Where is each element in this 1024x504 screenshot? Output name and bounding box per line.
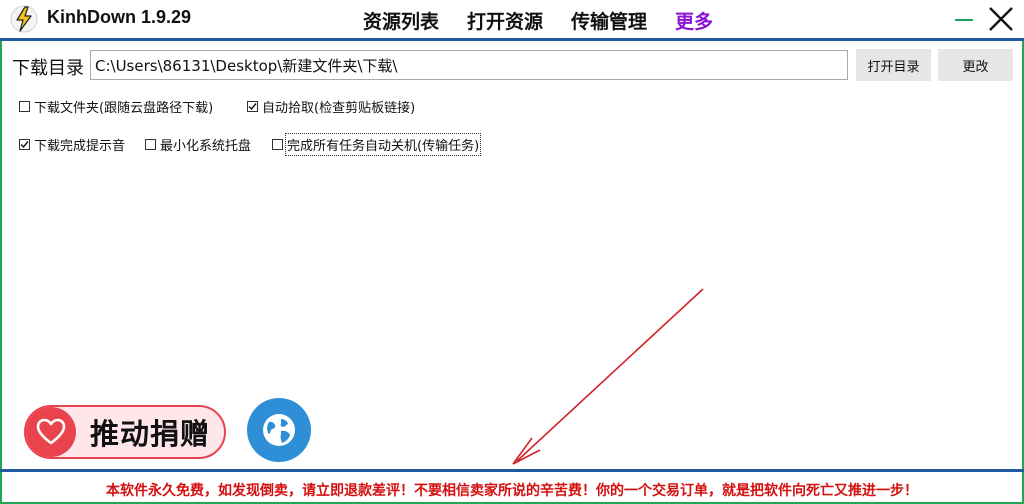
download-path-input[interactable] <box>90 50 848 80</box>
heart-icon <box>36 418 66 445</box>
open-dir-button[interactable]: 打开目录 <box>856 49 931 81</box>
option-done-sound[interactable]: 下载完成提示音 <box>19 135 125 154</box>
option-label: 下载完成提示音 <box>34 139 126 154</box>
globe-icon <box>263 414 295 446</box>
nav-resource-list[interactable]: 资源列表 <box>363 7 439 34</box>
checkbox[interactable] <box>145 139 156 150</box>
title-bar: KinhDown 1.9.29 资源列表 打开资源 传输管理 更多 <box>0 0 1024 38</box>
option-auto-pick[interactable]: 自动拾取(检查剪贴板链接) <box>247 97 415 116</box>
nav-more[interactable]: 更多 <box>675 7 713 34</box>
footer-divider <box>0 469 1024 472</box>
website-button[interactable] <box>247 398 311 462</box>
donate-label: 推动捐赠 <box>90 417 211 451</box>
option-label: 自动拾取(检查剪贴板链接) <box>262 101 416 116</box>
option-download-folder[interactable]: 下载文件夹(跟随云盘路径下载) <box>19 97 213 116</box>
option-auto-shutdown[interactable]: 完成所有任务自动关机(传输任务) <box>272 133 482 156</box>
nav-open-resource[interactable]: 打开资源 <box>467 7 543 34</box>
option-label: 最小化系统托盘 <box>160 139 252 154</box>
anti-resale-notice: 本软件永久免费，如发现倒卖，请立即退款差评！不要相信卖家所说的辛苦费！你的一个交… <box>106 483 918 499</box>
check-icon <box>20 141 29 149</box>
option-minimize-tray[interactable]: 最小化系统托盘 <box>145 135 251 154</box>
minimize-icon[interactable] <box>953 8 975 30</box>
checkbox[interactable] <box>19 101 30 112</box>
checkbox[interactable] <box>272 139 283 150</box>
checkbox-checked[interactable] <box>247 101 258 112</box>
close-icon[interactable] <box>986 4 1016 34</box>
checkbox-checked[interactable] <box>19 139 30 150</box>
nav-transfer-manage[interactable]: 传输管理 <box>571 7 647 34</box>
option-label: 下载文件夹(跟随云盘路径下载) <box>34 101 214 116</box>
option-label: 完成所有任务自动关机(传输任务) <box>284 133 482 156</box>
check-icon <box>248 103 257 111</box>
heart-icon-badge <box>26 407 76 457</box>
donate-button[interactable]: 推动捐赠 <box>24 405 226 459</box>
app-title: KinhDown 1.9.29 <box>47 7 192 27</box>
download-dir-label: 下载目录 <box>12 58 84 79</box>
lightning-icon <box>10 5 38 33</box>
change-dir-button[interactable]: 更改 <box>938 49 1013 81</box>
title-divider <box>0 38 1024 41</box>
